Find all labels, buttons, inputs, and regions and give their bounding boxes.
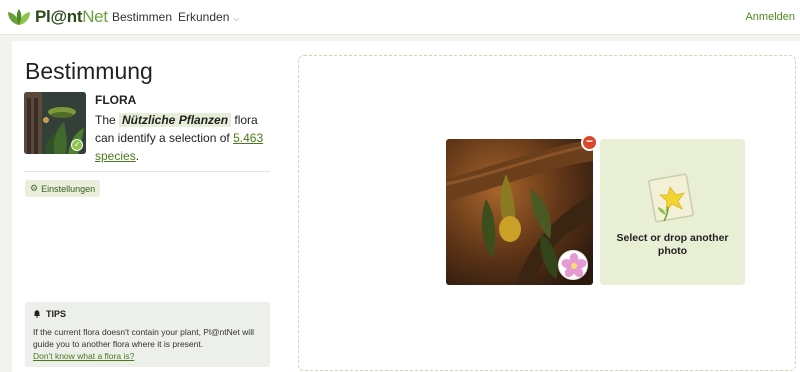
remove-photo-button[interactable]: − bbox=[581, 134, 598, 151]
tips-text: If the current flora doesn't contain you… bbox=[33, 327, 254, 349]
page-title: Bestimmung bbox=[25, 58, 153, 84]
logo-text: Pl@ntNet bbox=[35, 7, 108, 26]
tips-title: TIPS bbox=[46, 309, 67, 319]
divider bbox=[24, 171, 270, 172]
settings-button[interactable]: ⚙ Einstellungen bbox=[25, 180, 101, 197]
tips-box: TIPS If the current flora doesn't contai… bbox=[25, 302, 270, 367]
flora-description: The Nützliche Pflanzen flora can identif… bbox=[95, 113, 264, 163]
plantnet-logo[interactable]: Pl@ntNet bbox=[7, 7, 108, 27]
nav-erkunden-label: Erkunden bbox=[178, 10, 230, 24]
flora-thumbnail[interactable]: ✓ bbox=[24, 92, 86, 154]
login-link[interactable]: Anmelden bbox=[745, 11, 795, 23]
add-photo-label: Select or drop another photo bbox=[616, 232, 729, 257]
add-photo-icon bbox=[648, 173, 694, 223]
flora-label: FLORA bbox=[95, 93, 137, 107]
tips-header: TIPS bbox=[33, 309, 262, 319]
settings-label: Einstellungen bbox=[41, 183, 96, 194]
add-photo-card[interactable]: Select or drop another photo bbox=[600, 139, 745, 285]
gear-icon: ⚙ bbox=[30, 183, 39, 193]
nav-erkunden[interactable]: Erkunden ⌵ bbox=[178, 10, 239, 24]
leaf-logo-icon bbox=[8, 9, 30, 25]
flower-organ-badge[interactable] bbox=[558, 250, 588, 280]
flower-icon bbox=[561, 253, 587, 278]
flora-help-link[interactable]: Don't know what a flora is? bbox=[33, 350, 262, 362]
chevron-down-icon: ⌵ bbox=[233, 14, 240, 23]
check-icon: ✓ bbox=[71, 139, 83, 151]
top-navbar: Pl@ntNet Bestimmen Erkunden ⌵ Anmelden bbox=[0, 0, 800, 35]
nav-bestimmen[interactable]: Bestimmen bbox=[112, 10, 172, 24]
flora-name: Nützliche Pflanzen bbox=[119, 113, 232, 127]
bell-icon bbox=[33, 310, 41, 318]
